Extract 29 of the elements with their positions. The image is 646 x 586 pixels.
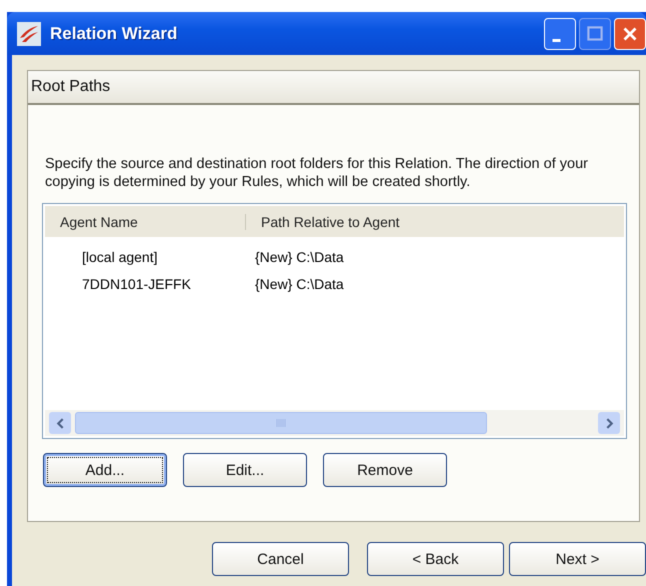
page-heading: Root Paths (28, 71, 639, 105)
list-row[interactable]: [local agent] {New} C:\Data (45, 243, 624, 270)
column-header[interactable]: Path Relative to Agent (246, 214, 400, 230)
close-button[interactable] (614, 18, 646, 50)
wizard-button[interactable]: Next > (509, 542, 646, 576)
list-action-button[interactable]: Edit... (183, 453, 307, 487)
scroll-right-button[interactable] (598, 412, 620, 434)
table-cell-text: 7DDN101-JEFFK (81, 276, 192, 292)
scroll-left-button[interactable] (49, 412, 71, 434)
minimize-button[interactable] (544, 18, 576, 50)
table-cell: {New} C:\Data (255, 248, 344, 264)
maximize-button[interactable] (579, 18, 611, 50)
wizard-button[interactable]: < Back (367, 542, 504, 576)
list-row[interactable]: 7DDN101-JEFFK {New} C:\Data (45, 270, 624, 297)
horizontal-scrollbar[interactable] (45, 410, 624, 436)
list-action-button[interactable]: Remove (323, 453, 447, 487)
table-cell-text: [local agent] (81, 248, 158, 264)
left-chevron-icon (54, 418, 66, 428)
swoosh-logo-icon (17, 22, 41, 46)
wizard-button[interactable]: Cancel (212, 542, 349, 576)
window-title: Relation Wizard (50, 24, 178, 44)
scroll-thumb[interactable] (75, 412, 487, 434)
grip-icon (276, 419, 286, 427)
list-action-button[interactable]: Add... (43, 453, 167, 487)
table-cell: {New} C:\Data (255, 276, 344, 292)
right-chevron-icon (604, 418, 614, 428)
description-text: Specify the source and destination root folders for this Relation. The direction of your copying is determined by your Rules, which will be created shortly. (45, 155, 589, 191)
minimize-icon (552, 38, 561, 42)
column-header[interactable]: Agent Name (45, 214, 246, 230)
